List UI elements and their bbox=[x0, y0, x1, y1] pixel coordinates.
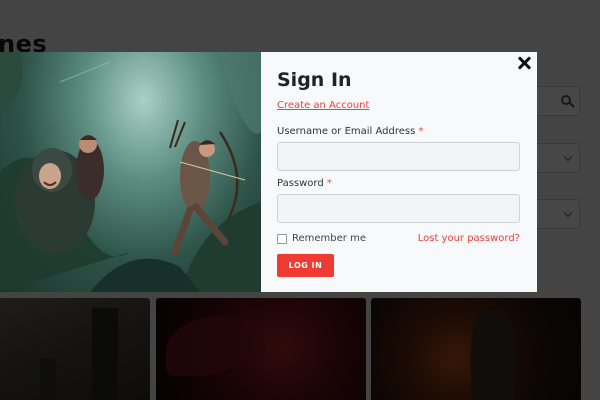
modal-artwork bbox=[0, 52, 261, 292]
sign-in-modal: Sign In Create an Account Username or Em… bbox=[0, 52, 537, 292]
remember-label: Remember me bbox=[292, 233, 366, 244]
lost-password-link[interactable]: Lost your password? bbox=[418, 233, 520, 244]
password-label: Password * bbox=[277, 178, 521, 189]
password-field[interactable] bbox=[277, 194, 520, 223]
form-title: Sign In bbox=[277, 69, 352, 91]
login-button[interactable]: LOG IN bbox=[277, 254, 334, 277]
create-account-link[interactable]: Create an Account bbox=[277, 100, 369, 111]
required-mark: * bbox=[418, 126, 424, 137]
sign-in-form: Sign In Create an Account Username or Em… bbox=[261, 52, 537, 292]
options-row: Remember me Lost your password? bbox=[277, 233, 520, 244]
remember-checkbox[interactable] bbox=[277, 233, 287, 244]
password-label-text: Password bbox=[277, 178, 324, 189]
username-label-text: Username or Email Address bbox=[277, 126, 416, 137]
remember-me[interactable]: Remember me bbox=[277, 233, 366, 244]
jungle-archers-illustration bbox=[0, 52, 261, 292]
required-mark: * bbox=[326, 178, 332, 189]
username-field[interactable] bbox=[277, 142, 520, 171]
username-label: Username or Email Address * bbox=[277, 126, 521, 137]
close-icon[interactable] bbox=[517, 56, 531, 70]
